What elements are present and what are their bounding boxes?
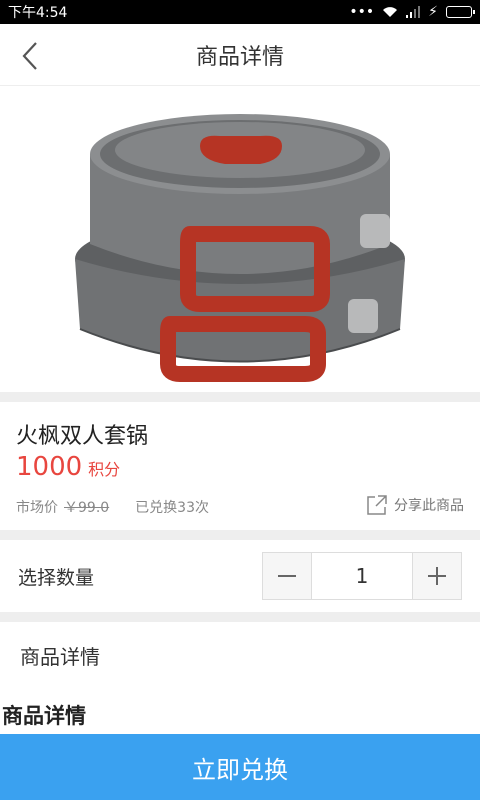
product-image: [0, 86, 480, 392]
decrease-button[interactable]: [263, 553, 311, 599]
separator: [0, 612, 480, 622]
share-label: 分享此商品: [394, 498, 464, 514]
chevron-left-icon: [22, 42, 37, 70]
separator: [0, 530, 480, 540]
plus-icon: [428, 567, 446, 585]
points-value: 1000: [16, 452, 83, 482]
market-price: 市场价 ￥99.0: [16, 497, 109, 517]
quantity-value[interactable]: 1: [311, 553, 413, 599]
points-price: 1000 积分: [16, 452, 120, 482]
page-title: 商品详情: [195, 44, 284, 70]
minus-icon: [278, 575, 296, 577]
points-unit: 积分: [88, 460, 121, 479]
quantity-label: 选择数量: [18, 566, 95, 589]
product-info: 火枫双人套锅 1000 积分 市场价 ￥99.0 已兑换33次 分享此商品: [0, 402, 480, 530]
redeem-button[interactable]: 立即兑换: [0, 734, 480, 800]
more-dots-icon: •••: [349, 4, 375, 20]
status-time: 下午4:54: [8, 5, 68, 21]
share-button[interactable]: 分享此商品: [366, 494, 464, 516]
share-icon: [367, 495, 387, 515]
charging-icon: ⚡: [428, 4, 438, 20]
product-name: 火枫双人套锅: [16, 424, 149, 449]
status-icons: ••• ⚡: [349, 4, 475, 20]
exchange-count: 已兑换33次: [135, 500, 209, 516]
nav-bar: 商品详情: [0, 24, 480, 86]
market-price-label: 市场价: [16, 500, 58, 516]
product-meta: 市场价 ￥99.0 已兑换33次: [16, 497, 209, 517]
separator: [0, 392, 480, 402]
increase-button[interactable]: [413, 553, 461, 599]
back-button[interactable]: [10, 36, 50, 76]
status-bar: 下午4:54 ••• ⚡: [0, 0, 480, 24]
signal-icon: [406, 6, 421, 18]
quantity-stepper: 1: [262, 552, 462, 600]
market-price-value: ￥99.0: [64, 500, 110, 516]
battery-icon: [446, 6, 475, 18]
details-heading: 商品详情: [2, 704, 86, 728]
quantity-row: 选择数量 1: [0, 540, 480, 612]
wifi-icon: [383, 7, 398, 17]
cookware-pot-illustration: [75, 114, 405, 382]
tab-product-details[interactable]: 商品详情: [0, 622, 480, 688]
